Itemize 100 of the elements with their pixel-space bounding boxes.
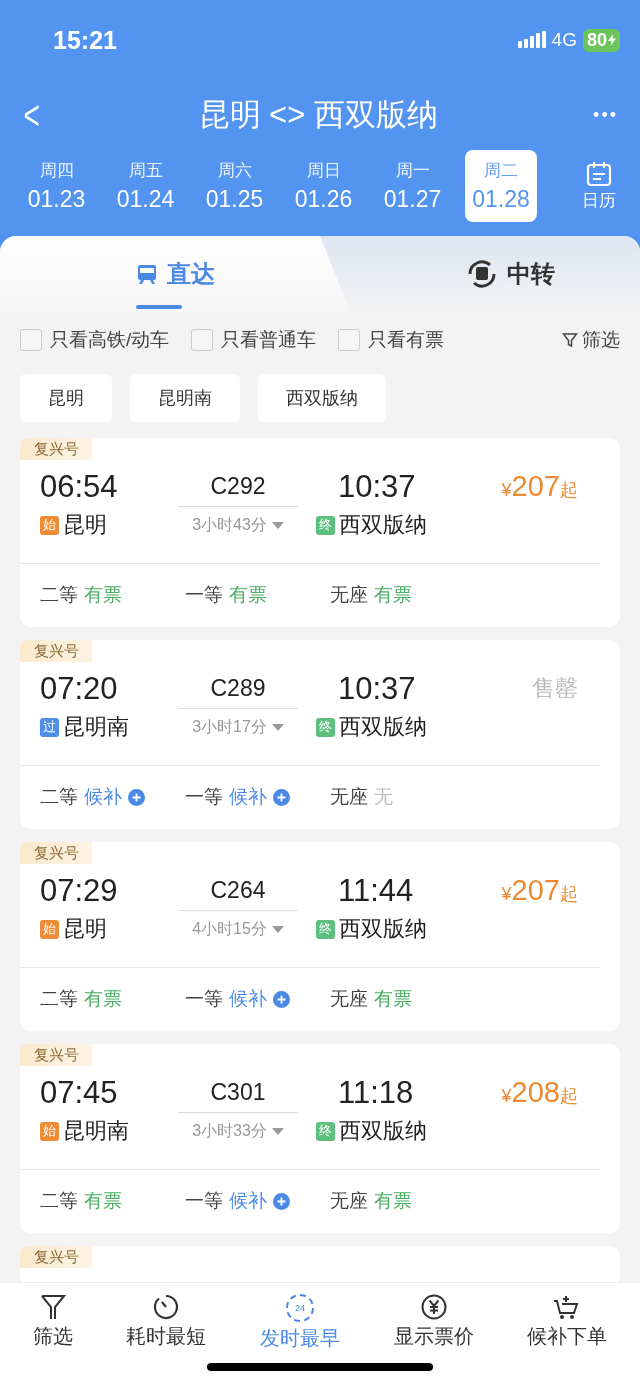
status-time: 15:21	[53, 25, 117, 55]
station-badge: 始	[40, 919, 59, 939]
train-type-tag: 复兴号	[20, 438, 92, 460]
station-badge: 过	[40, 717, 59, 737]
arrival-time: 10:37	[337, 468, 417, 506]
mode-tab[interactable]: 中转	[380, 236, 640, 312]
network-type: 4G	[551, 29, 577, 51]
train-number: C292	[178, 468, 298, 507]
seat-status: 候补	[229, 1189, 267, 1213]
caret-icon[interactable]	[271, 723, 284, 732]
duration: 4小时15分	[192, 919, 267, 939]
sort-tab[interactable]: 候补下单	[527, 1293, 608, 1355]
yuan-icon	[419, 1293, 448, 1321]
train-number: C301	[178, 1074, 298, 1113]
train-card[interactable]: 复兴号 07:20 过 昆明南 C289 3小时17分 10:37 终 西双版纳 售罄 二等 候补 一等 候补 无座 无	[20, 640, 620, 829]
seat-class: 一等	[185, 583, 223, 607]
filter-checkbox[interactable]: 只看有票	[338, 327, 445, 353]
station-chip[interactable]: 昆明南	[130, 374, 240, 422]
train-type-tag: 复兴号	[20, 640, 92, 662]
add-icon	[273, 788, 290, 806]
caret-icon[interactable]	[271, 1127, 284, 1136]
departure-station: 昆明南	[63, 1117, 129, 1145]
station-badge: 始	[40, 515, 59, 535]
seat-class: 二等	[40, 583, 78, 607]
train-type-tag: 复兴号	[20, 842, 92, 864]
station-badge: 终	[316, 1121, 335, 1141]
seat-status: 无	[374, 785, 393, 809]
departure-station: 昆明	[63, 511, 107, 539]
timer-icon	[152, 1293, 181, 1321]
sort-label: 耗时最短	[126, 1324, 207, 1349]
departure-time: 07:29	[40, 873, 118, 908]
tab-label: 直达	[167, 259, 215, 289]
seat-status: 候补	[229, 785, 267, 809]
sort-label: 筛选	[32, 1324, 73, 1349]
seat-status: 有票	[84, 583, 122, 607]
filter-label: 筛选	[582, 328, 620, 352]
departure-station: 昆明南	[63, 713, 129, 741]
filter-button[interactable]: 筛选	[562, 327, 620, 353]
calendar-icon	[586, 160, 612, 187]
departure-time: 07:20	[40, 671, 118, 706]
seat-status: 有票	[84, 987, 122, 1011]
arrival-time: 10:37	[337, 670, 417, 708]
seat-class: 二等	[40, 1189, 78, 1213]
seat-status: 有票	[374, 987, 412, 1011]
train-type-tag: 复兴号	[20, 1246, 92, 1268]
bolt-icon	[608, 34, 616, 46]
train-card[interactable]: 复兴号 07:45 始 昆明南 C301 3小时33分 11:18 终 西双版纳 ¥208起 二等 有票 一等 候补 无座 有票	[20, 1044, 620, 1233]
station-chip[interactable]: 西双版纳	[258, 374, 386, 422]
sort-tab[interactable]: 耗时最短	[126, 1293, 207, 1355]
train-number: C264	[178, 872, 298, 911]
duration: 3小时43分	[192, 515, 267, 535]
seat-class: 二等	[40, 785, 78, 809]
add-icon	[273, 1192, 290, 1210]
arrival-time: 11:44	[337, 872, 415, 910]
arrival-station: 西双版纳	[339, 511, 427, 539]
sold-out-label: 售罄	[532, 675, 578, 701]
seat-class: 无座	[330, 987, 368, 1011]
fare-price: ¥207起	[501, 470, 578, 502]
station-badge: 终	[316, 717, 335, 737]
station-badge: 终	[316, 919, 335, 939]
train-card[interactable]: 复兴号 07:29 始 昆明 C264 4小时15分 11:44 终 西双版纳 ¥207起 二等 有票 一等 候补 无座 有票	[20, 842, 620, 1031]
filter-checkbox[interactable]: 只看普通车	[191, 327, 317, 353]
filter-checkbox[interactable]: 只看高铁/动车	[20, 327, 170, 353]
caret-icon[interactable]	[271, 521, 284, 530]
station-badge: 始	[40, 1121, 59, 1141]
train-card[interactable]: 复兴号 06:54 始 昆明 C292 3小时43分 10:37 终 西双版纳 ¥207起 二等 有票 一等 有票 无座 有票	[20, 438, 620, 627]
duration: 3小时17分	[192, 717, 267, 737]
sort-tab[interactable]: 显示票价	[393, 1293, 474, 1355]
sort-label: 显示票价	[393, 1324, 474, 1349]
seat-status: 候补	[84, 785, 122, 809]
caret-icon[interactable]	[271, 925, 284, 934]
station-chip[interactable]: 昆明	[20, 374, 112, 422]
seat-class: 无座	[330, 1189, 368, 1213]
battery-level: 80	[586, 29, 607, 51]
train-type-tag: 复兴号	[20, 1044, 92, 1066]
seat-status: 有票	[84, 1189, 122, 1213]
seat-status: 有票	[374, 583, 412, 607]
departure-time: 06:54	[40, 469, 118, 504]
seat-class: 一等	[185, 987, 223, 1011]
arrival-station: 西双版纳	[339, 713, 427, 741]
seat-status: 有票	[374, 1189, 412, 1213]
seat-class: 一等	[185, 785, 223, 809]
calendar-label: 日历	[582, 189, 616, 212]
route-title: 昆明 <> 西双版纳	[198, 96, 438, 134]
sort-tab[interactable]: 筛选	[32, 1293, 73, 1355]
arrival-station: 西双版纳	[339, 915, 427, 943]
train-icon	[135, 262, 159, 286]
sort-tab[interactable]: 24 发时最早	[260, 1293, 340, 1355]
funnel-icon	[562, 332, 578, 348]
sort-label: 发时最早	[260, 1326, 340, 1351]
funnel-icon	[39, 1293, 66, 1321]
train-number: C289	[178, 670, 298, 709]
arrival-station: 西双版纳	[339, 1117, 427, 1145]
seat-class: 二等	[40, 987, 78, 1011]
add-icon	[128, 788, 145, 806]
seat-class: 无座	[330, 583, 368, 607]
sort-label: 候补下单	[527, 1324, 608, 1349]
duration: 3小时33分	[192, 1121, 267, 1141]
seat-class: 一等	[185, 1189, 223, 1213]
station-badge: 终	[316, 515, 335, 535]
